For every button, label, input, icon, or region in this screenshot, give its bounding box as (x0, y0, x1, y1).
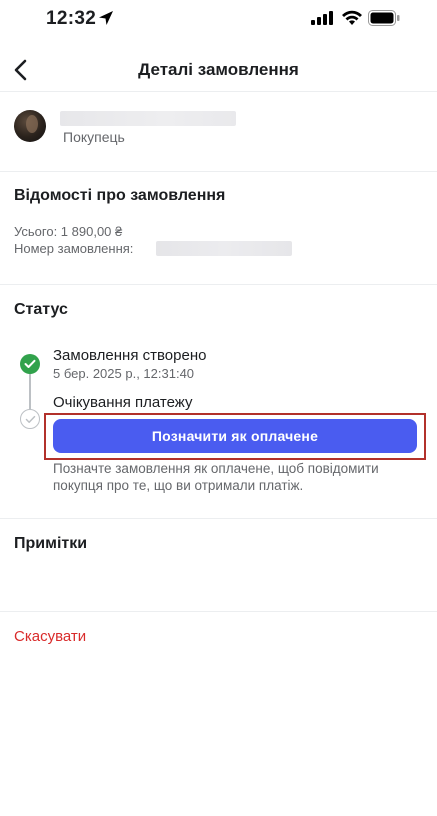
divider (0, 518, 437, 519)
page-title: Деталі замовлення (138, 60, 299, 79)
divider (0, 91, 437, 92)
step-created-timestamp: 5 бер. 2025 р., 12:31:40 (53, 366, 195, 381)
step-awaiting-title: Очікування платежу (53, 394, 193, 411)
battery-icon (368, 10, 400, 26)
status-time: 12:32 (46, 8, 97, 29)
divider (0, 611, 437, 612)
wifi-icon (342, 10, 362, 25)
divider (0, 171, 437, 172)
order-number-redacted (156, 241, 292, 256)
order-number-label: Номер замовлення: (14, 241, 134, 256)
status-title: Статус (14, 301, 68, 318)
buyer-role-label: Покупець (63, 129, 125, 145)
status-bar: 12:32 (0, 0, 437, 40)
mark-paid-hint: Позначте замовлення як оплачене, щоб пов… (53, 461, 379, 493)
buyer-name-redacted[interactable] (60, 111, 236, 126)
timeline-connector (29, 371, 31, 409)
location-arrow-icon (99, 11, 113, 25)
cancel-link[interactable]: Скасувати (14, 628, 86, 645)
order-total: Усього: 1 890,00 ₴ (14, 224, 123, 239)
step-created-title: Замовлення створено (53, 347, 207, 364)
signal-icon (311, 11, 333, 25)
check-pending-icon (20, 409, 40, 429)
notes-title: Примітки (14, 535, 88, 552)
check-done-icon (20, 354, 40, 374)
order-info-title: Відомості про замовлення (14, 187, 226, 204)
divider (0, 284, 437, 285)
nav-header: Деталі замовлення (0, 50, 437, 90)
mark-as-paid-button[interactable]: Позначити як оплачене (53, 419, 417, 453)
buyer-avatar[interactable] (14, 110, 46, 142)
